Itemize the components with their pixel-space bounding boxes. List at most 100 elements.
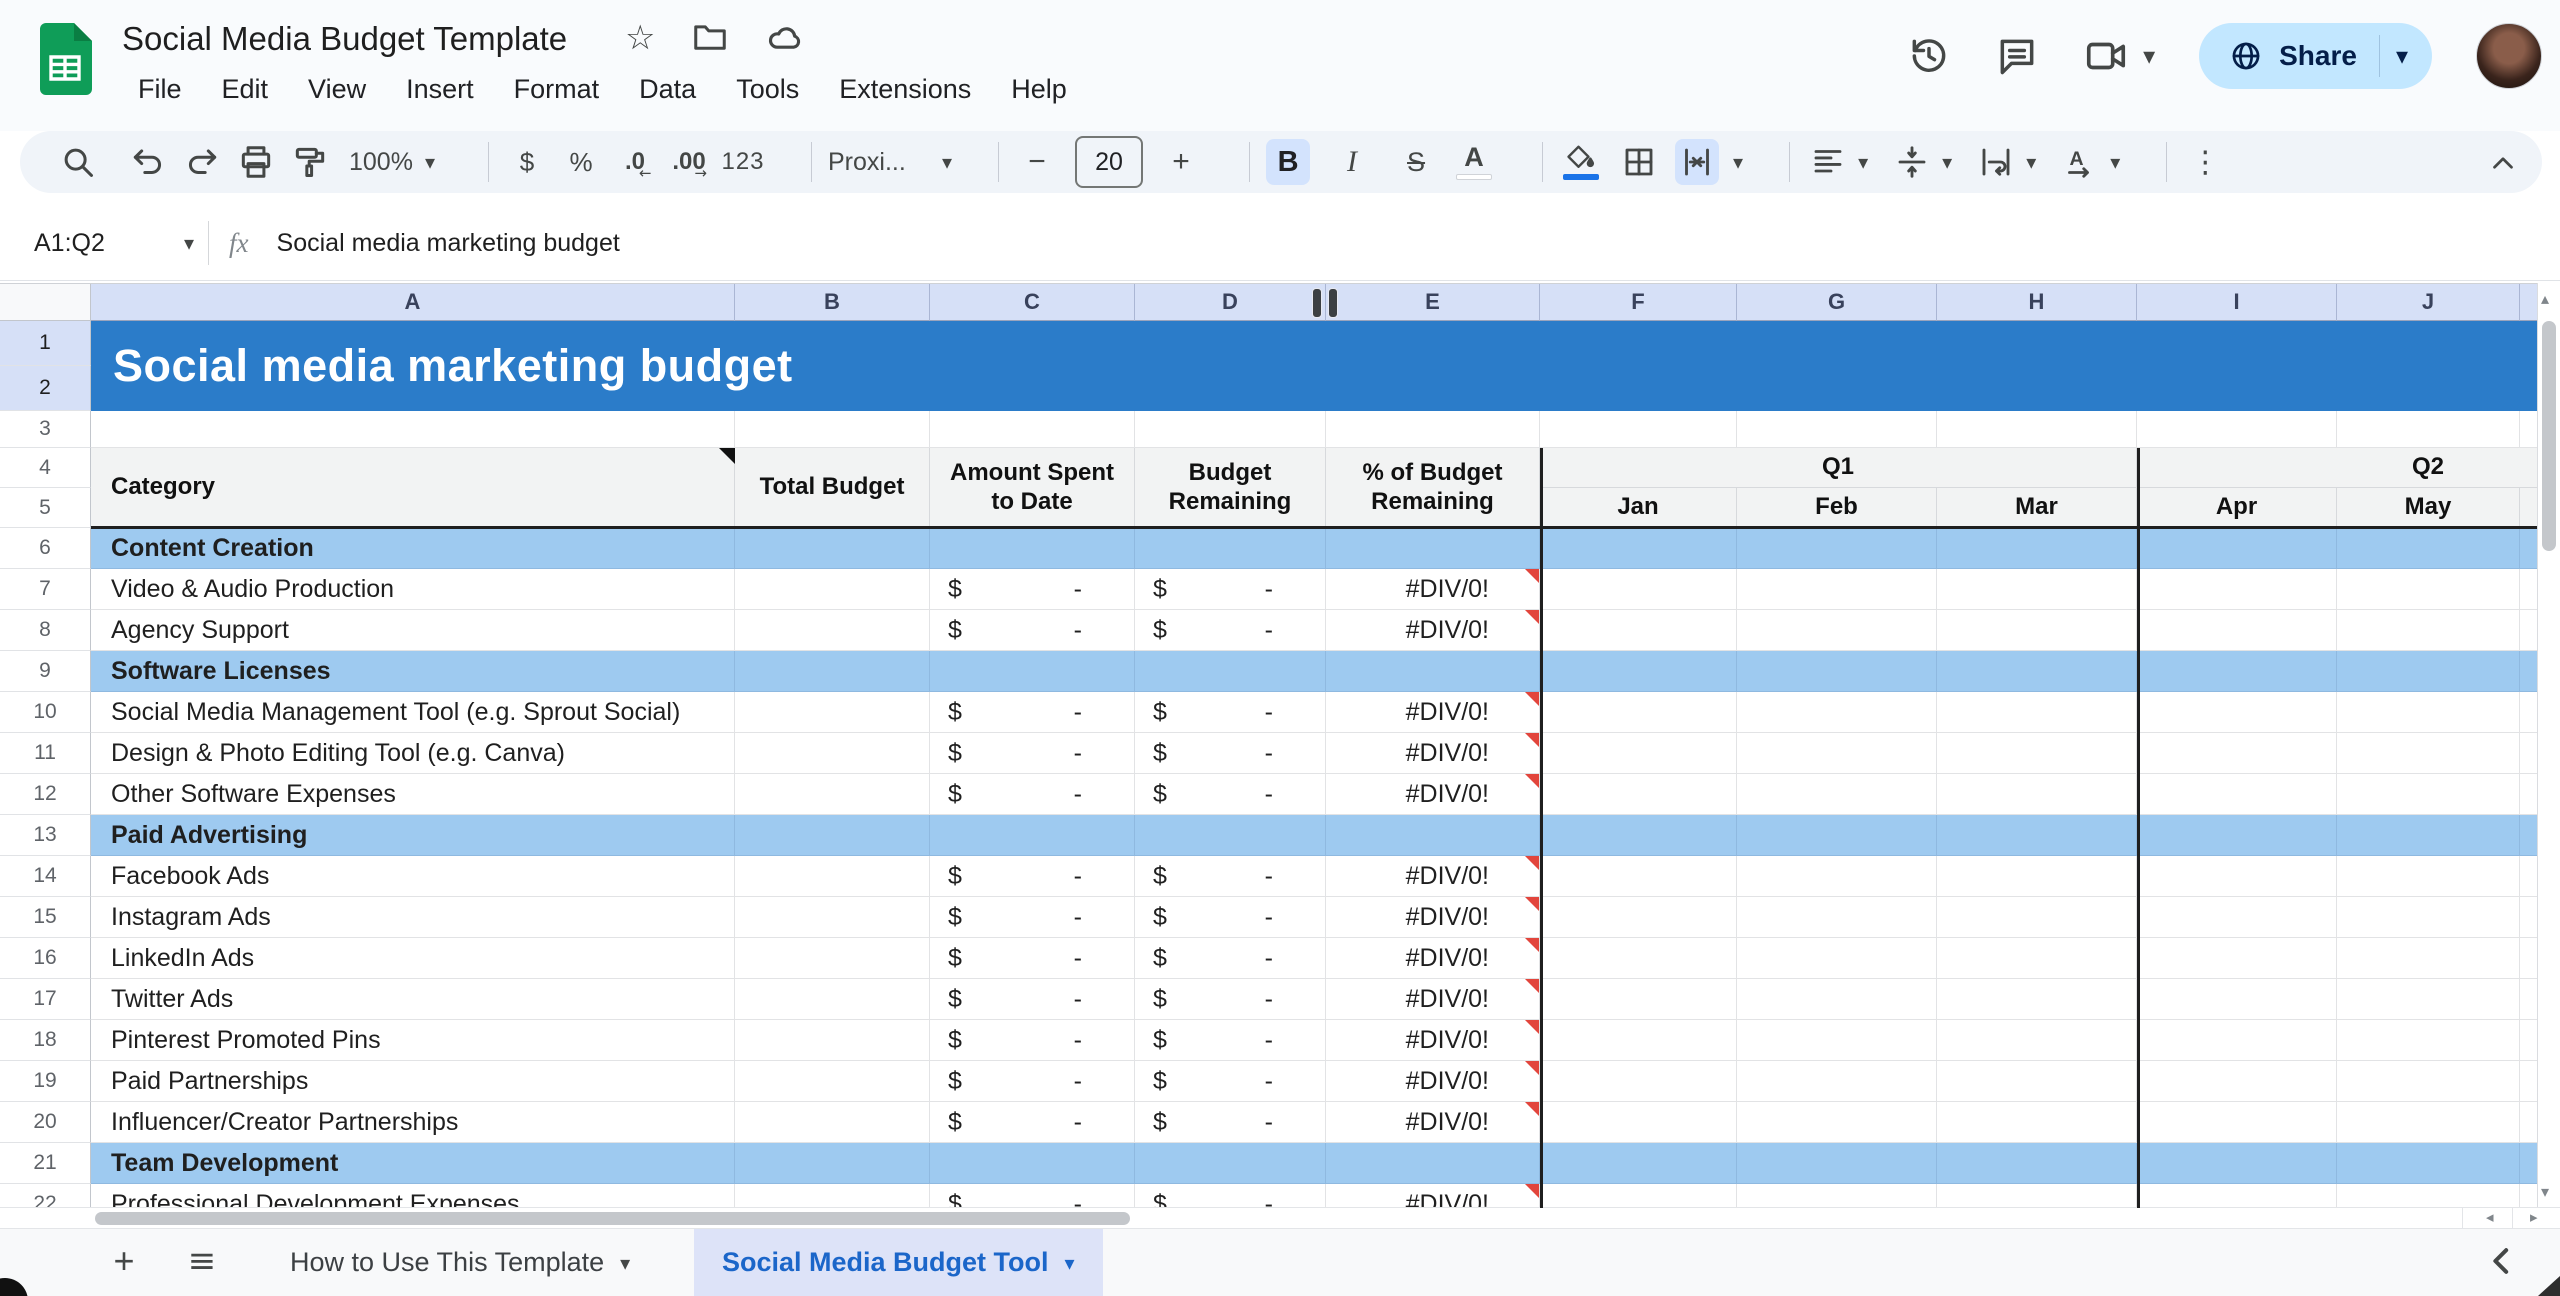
cell-K15[interactable]: [2520, 897, 2537, 938]
column-header-B[interactable]: B: [735, 284, 930, 321]
cell-A18[interactable]: Pinterest Promoted Pins: [91, 1020, 735, 1061]
borders-button[interactable]: [1617, 139, 1661, 185]
row-header-6[interactable]: 6: [0, 528, 91, 569]
cell-J21[interactable]: [2337, 1143, 2520, 1184]
scroll-tabs-left-icon[interactable]: [2482, 1241, 2522, 1281]
cell-K11[interactable]: [2520, 733, 2537, 774]
cell-B17[interactable]: [735, 979, 930, 1020]
cell-J7[interactable]: [2337, 569, 2520, 610]
cell-K6[interactable]: [2520, 528, 2537, 569]
cell-I21[interactable]: [2137, 1143, 2337, 1184]
cell-C9[interactable]: [930, 651, 1135, 692]
meet-video-call-button[interactable]: ▾: [2083, 33, 2155, 79]
cell-E21[interactable]: [1326, 1143, 1540, 1184]
menu-data[interactable]: Data: [619, 66, 716, 113]
cell-E12[interactable]: #DIV/0!: [1326, 774, 1540, 815]
row-header-4[interactable]: 4: [0, 448, 91, 488]
cell-D9[interactable]: [1135, 651, 1326, 692]
column-header-C[interactable]: C: [930, 284, 1135, 321]
cell-J9[interactable]: [2337, 651, 2520, 692]
cell-E16[interactable]: #DIV/0!: [1326, 938, 1540, 979]
cell-E22[interactable]: #DIV/0!: [1326, 1184, 1540, 1208]
cell-K21[interactable]: [2520, 1143, 2537, 1184]
column-header-A[interactable]: A: [91, 284, 735, 321]
cell-C10[interactable]: $-: [930, 692, 1135, 733]
cell-C3[interactable]: [930, 411, 1135, 448]
cell-E20[interactable]: #DIV/0!: [1326, 1102, 1540, 1143]
cell-H20[interactable]: [1937, 1102, 2137, 1143]
cell-B19[interactable]: [735, 1061, 930, 1102]
cell-I20[interactable]: [2137, 1102, 2337, 1143]
comments-icon[interactable]: [1995, 34, 2039, 78]
row-header-7[interactable]: 7: [0, 569, 91, 610]
cell-D20[interactable]: $-: [1135, 1102, 1326, 1143]
decrease-decimal-button[interactable]: .0←: [613, 139, 657, 185]
cell-H19[interactable]: [1937, 1061, 2137, 1102]
row-header-1[interactable]: 1: [0, 321, 91, 366]
row-header-17[interactable]: 17: [0, 979, 91, 1020]
cell-A13[interactable]: Paid Advertising: [91, 815, 735, 856]
cell-D3[interactable]: [1135, 411, 1326, 448]
cell-H14[interactable]: [1937, 856, 2137, 897]
cell-J20[interactable]: [2337, 1102, 2520, 1143]
cell-F9[interactable]: [1540, 651, 1737, 692]
cell-E13[interactable]: [1326, 815, 1540, 856]
cell-F19[interactable]: [1540, 1061, 1737, 1102]
cell-K7[interactable]: [2520, 569, 2537, 610]
cell-H21[interactable]: [1937, 1143, 2137, 1184]
row-header-18[interactable]: 18: [0, 1020, 91, 1061]
row-header-11[interactable]: 11: [0, 733, 91, 774]
cell-H11[interactable]: [1937, 733, 2137, 774]
cell-G3[interactable]: [1737, 411, 1937, 448]
name-box[interactable]: A1:Q2: [0, 229, 184, 258]
cell-D8[interactable]: $-: [1135, 610, 1326, 651]
cloud-saved-icon[interactable]: [765, 18, 805, 58]
bold-button[interactable]: B: [1266, 139, 1310, 185]
sheet-tab-how-to-use[interactable]: How to Use This Template ▾: [262, 1229, 658, 1296]
cell-C21[interactable]: [930, 1143, 1135, 1184]
cell-C14[interactable]: $-: [930, 856, 1135, 897]
cell-C13[interactable]: [930, 815, 1135, 856]
cell-G22[interactable]: [1737, 1184, 1937, 1208]
cell-D22[interactable]: $-: [1135, 1184, 1326, 1208]
cell-A20[interactable]: Influencer/Creator Partnerships: [91, 1102, 735, 1143]
cell-A7[interactable]: Video & Audio Production: [91, 569, 735, 610]
cell-B8[interactable]: [735, 610, 930, 651]
row-header-14[interactable]: 14: [0, 856, 91, 897]
cell-K13[interactable]: [2520, 815, 2537, 856]
horizontal-align-button[interactable]: [1806, 139, 1850, 185]
cell-G16[interactable]: [1737, 938, 1937, 979]
star-icon[interactable]: ☆: [625, 18, 655, 58]
cell-category-header[interactable]: Category: [91, 448, 735, 528]
share-dropdown-caret[interactable]: ▾: [2380, 44, 2424, 68]
cell-A21[interactable]: Team Development: [91, 1143, 735, 1184]
cell-E19[interactable]: #DIV/0!: [1326, 1061, 1540, 1102]
menu-extensions[interactable]: Extensions: [819, 66, 991, 113]
font-size-input[interactable]: 20: [1075, 136, 1143, 188]
cell-E10[interactable]: #DIV/0!: [1326, 692, 1540, 733]
cell-D16[interactable]: $-: [1135, 938, 1326, 979]
cell-D17[interactable]: $-: [1135, 979, 1326, 1020]
cell-G21[interactable]: [1737, 1143, 1937, 1184]
cell-F11[interactable]: [1540, 733, 1737, 774]
cell-H7[interactable]: [1937, 569, 2137, 610]
cell-B10[interactable]: [735, 692, 930, 733]
cell-B14[interactable]: [735, 856, 930, 897]
strikethrough-button[interactable]: S: [1394, 139, 1438, 185]
cell-F16[interactable]: [1540, 938, 1737, 979]
sheet-tab-caret-icon[interactable]: ▾: [1065, 1253, 1075, 1273]
cell-J17[interactable]: [2337, 979, 2520, 1020]
cell-E6[interactable]: [1326, 528, 1540, 569]
cell-H9[interactable]: [1937, 651, 2137, 692]
sheets-logo-icon[interactable]: [38, 22, 92, 96]
cell-I11[interactable]: [2137, 733, 2337, 774]
cell-G12[interactable]: [1737, 774, 1937, 815]
cell-F6[interactable]: [1540, 528, 1737, 569]
cell-J6[interactable]: [2337, 528, 2520, 569]
cell-quarter-Q1[interactable]: Q1: [1540, 448, 2137, 488]
cell-J22[interactable]: [2337, 1184, 2520, 1208]
cell-I13[interactable]: [2137, 815, 2337, 856]
cell-K20[interactable]: [2520, 1102, 2537, 1143]
cell-F21[interactable]: [1540, 1143, 1737, 1184]
row-header-2[interactable]: 2: [0, 366, 91, 411]
